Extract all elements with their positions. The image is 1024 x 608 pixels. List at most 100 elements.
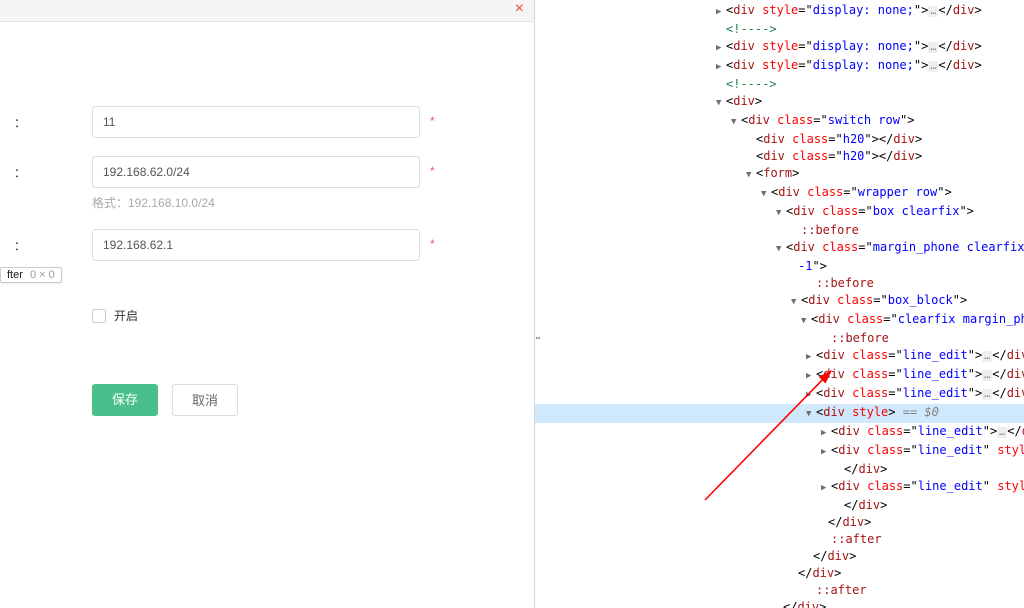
dom-node-markup[interactable]: <div> <box>726 94 762 108</box>
inspector-size-tooltip: fter 0 × 0 <box>0 267 62 283</box>
dom-tree-line[interactable]: <div class="switch row"> <box>535 112 1024 131</box>
form-modal: × ： * ： 格式：192.168.10.0/24 * ： * <box>0 0 534 608</box>
dom-node-markup[interactable]: </div> <box>783 600 826 608</box>
dom-node-markup[interactable]: ::after <box>831 532 882 546</box>
enable-row: 开启 <box>92 307 518 324</box>
dom-node-markup[interactable]: <div class="clearfix margin_phone"> <box>811 312 1024 326</box>
dom-tree-line[interactable]: <div class="box_block"> <box>535 292 1024 311</box>
dom-node-markup[interactable]: <div class="margin_phone clearfix col-lg… <box>786 240 1024 254</box>
dom-node-markup[interactable]: <div style="display: none;">…</div> <box>726 3 982 17</box>
close-icon[interactable]: × <box>515 0 524 18</box>
save-button[interactable]: 保存 <box>92 384 158 416</box>
dom-tree-line[interactable]: <div style="display: none;">…</div> <box>535 2 1024 21</box>
dom-node-markup[interactable]: <div class="line_edit">…</div> <box>816 348 1024 362</box>
chevron-right-icon[interactable] <box>716 59 726 76</box>
dom-tree-line[interactable]: <div class="line_edit">…</div> <box>535 385 1024 404</box>
chevron-right-icon[interactable] <box>716 4 726 21</box>
dom-node-markup[interactable]: ::before <box>801 223 859 237</box>
dom-node-markup[interactable]: </div> <box>844 462 887 476</box>
chevron-right-icon[interactable] <box>821 444 831 461</box>
chevron-down-icon[interactable] <box>761 186 771 203</box>
dom-tree-line[interactable]: <div style> == $0 <box>535 404 1024 423</box>
dom-tree-line[interactable]: <div class="wrapper row"> <box>535 184 1024 203</box>
dom-tree-line[interactable]: <div style="display: none;">…</div> <box>535 57 1024 76</box>
dom-node-markup[interactable]: -1"> <box>798 259 827 273</box>
dom-node-markup[interactable]: <div class="wrapper row"> <box>771 185 952 199</box>
dom-node-markup[interactable]: <!----> <box>726 77 777 91</box>
dom-tree-line[interactable]: <!----> <box>535 21 1024 38</box>
dom-tree-line[interactable]: <form> <box>535 165 1024 184</box>
dom-node-markup[interactable]: ::after <box>816 583 867 597</box>
dom-node-markup[interactable]: <div class="h20"></div> <box>756 132 922 146</box>
dom-tree-line[interactable]: </div> <box>535 548 1024 565</box>
dom-tree-line[interactable]: <div class="line_edit">…</div> <box>535 347 1024 366</box>
dom-tree-line[interactable]: <div> <box>535 93 1024 112</box>
dom-tree-line[interactable]: -1"> <box>535 258 1024 275</box>
chevron-right-icon[interactable] <box>821 480 831 497</box>
dom-node-markup[interactable]: <div class="switch row"> <box>741 113 914 127</box>
dom-tree-line[interactable]: <div class="margin_phone clearfix col-lg… <box>535 239 1024 258</box>
dom-node-markup[interactable]: </div> <box>844 498 887 512</box>
devtools-elements-tree[interactable]: ⋯ <div style="display: none;">…</div><!-… <box>534 0 1024 608</box>
dom-tree-line[interactable]: <div class="line_edit">…</div> <box>535 366 1024 385</box>
chevron-right-icon[interactable] <box>716 40 726 57</box>
dom-node-markup[interactable]: <div class="line_edit">…</div> <box>831 424 1024 438</box>
chevron-down-icon[interactable] <box>776 241 786 258</box>
dom-tree-line[interactable]: <!----> <box>535 76 1024 93</box>
chevron-right-icon[interactable] <box>806 387 816 404</box>
dom-node-markup[interactable]: ::before <box>816 276 874 290</box>
dom-tree-line[interactable]: ::before <box>535 222 1024 239</box>
enable-label: 开启 <box>114 307 138 324</box>
dom-tree-line[interactable]: ::before <box>535 275 1024 292</box>
dom-tree-line[interactable]: <div class="clearfix margin_phone"> <box>535 311 1024 330</box>
dom-tree-line[interactable]: </div> <box>535 497 1024 514</box>
dom-node-markup[interactable]: <div style="display: none;">…</div> <box>726 58 982 72</box>
chevron-down-icon[interactable] <box>731 114 741 131</box>
dom-tree-line[interactable]: </div> <box>535 565 1024 582</box>
dom-node-markup[interactable]: <div style> == $0 <box>816 405 939 419</box>
dom-node-markup[interactable]: <div class="box clearfix"> <box>786 204 974 218</box>
dom-tree-line[interactable]: ::after <box>535 531 1024 548</box>
dom-tree-line[interactable]: ::before <box>535 330 1024 347</box>
required-icon: * <box>430 229 435 251</box>
chevron-right-icon[interactable] <box>806 349 816 366</box>
dom-node-markup[interactable]: </div> <box>813 549 856 563</box>
dom-node-markup[interactable]: <form> <box>756 166 799 180</box>
chevron-down-icon[interactable] <box>806 406 816 423</box>
enable-checkbox[interactable] <box>92 309 106 323</box>
dom-tree-line[interactable]: </div> <box>535 514 1024 531</box>
chevron-down-icon[interactable] <box>801 313 811 330</box>
field1-input[interactable] <box>92 106 420 138</box>
chevron-down-icon[interactable] <box>791 294 801 311</box>
field2-input[interactable] <box>92 156 420 188</box>
chevron-down-icon[interactable] <box>716 95 726 112</box>
dom-node-markup[interactable]: <!----> <box>726 22 777 36</box>
dom-tree-line[interactable]: <div style="display: none;">…</div> <box>535 38 1024 57</box>
dom-tree-line[interactable]: <div class="line_edit" style="display: n <box>535 478 1024 497</box>
dom-tree-line[interactable]: </div> <box>535 461 1024 478</box>
chevron-down-icon[interactable] <box>746 167 756 184</box>
dom-tree-line[interactable]: <div class="h20"></div> <box>535 131 1024 148</box>
row-field2: ： 格式：192.168.10.0/24 * <box>0 156 518 211</box>
dom-node-markup[interactable]: <div class="line_edit">…</div> <box>816 367 1024 381</box>
dom-node-markup[interactable]: ::before <box>831 331 889 345</box>
dom-tree-line[interactable]: </div> <box>535 599 1024 608</box>
dom-node-markup[interactable]: <div style="display: none;">…</div> <box>726 39 982 53</box>
dom-tree-line[interactable]: <div class="line_edit">…</div> <box>535 423 1024 442</box>
dom-tree-line[interactable]: <div class="line_edit" style="display: n <box>535 442 1024 461</box>
dom-tree-line[interactable]: ::after <box>535 582 1024 599</box>
dom-node-markup[interactable]: </div> <box>798 566 841 580</box>
chevron-down-icon[interactable] <box>776 205 786 222</box>
dom-node-markup[interactable]: <div class="box_block"> <box>801 293 967 307</box>
chevron-right-icon[interactable] <box>806 368 816 385</box>
dom-node-markup[interactable]: <div class="h20"></div> <box>756 149 922 163</box>
dom-node-markup[interactable]: <div class="line_edit" style="display: n <box>831 443 1024 457</box>
dom-tree-line[interactable]: <div class="h20"></div> <box>535 148 1024 165</box>
dom-node-markup[interactable]: </div> <box>828 515 871 529</box>
chevron-right-icon[interactable] <box>821 425 831 442</box>
dom-tree-line[interactable]: <div class="box clearfix"> <box>535 203 1024 222</box>
field3-input[interactable] <box>92 229 420 261</box>
dom-node-markup[interactable]: <div class="line_edit">…</div> <box>816 386 1024 400</box>
cancel-button[interactable]: 取消 <box>172 384 238 416</box>
dom-node-markup[interactable]: <div class="line_edit" style="display: n <box>831 479 1024 493</box>
